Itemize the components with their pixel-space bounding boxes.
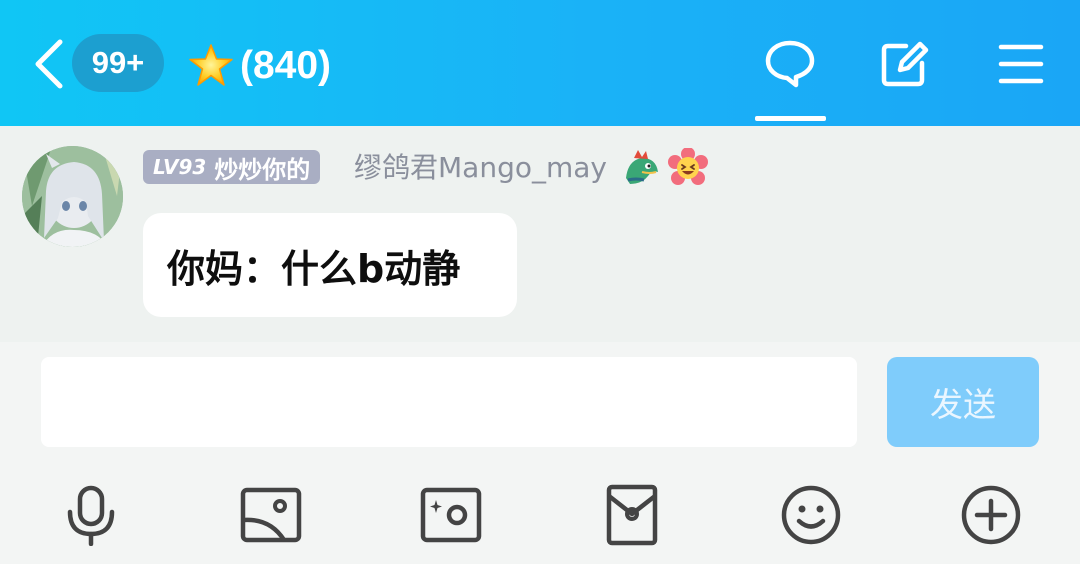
message-text: 你妈：什么b动静	[167, 246, 461, 291]
star-icon	[188, 43, 234, 89]
chat-tab-button[interactable]	[764, 38, 816, 90]
plus-icon	[961, 485, 1021, 545]
emoji-button[interactable]	[780, 484, 842, 546]
level-label: LV93	[153, 155, 207, 179]
image-icon	[240, 487, 302, 543]
voice-button[interactable]	[60, 484, 122, 547]
dragon-icon	[622, 148, 662, 188]
send-button[interactable]: 发送	[887, 357, 1039, 447]
message-bubble[interactable]: 你妈：什么b动静	[143, 213, 517, 317]
message-input[interactable]	[41, 357, 857, 447]
chevron-left-icon	[35, 39, 63, 89]
member-title: 炒炒你的	[214, 155, 311, 184]
member-count: (840)	[240, 44, 332, 87]
camera-icon	[420, 487, 482, 543]
flower-emoji-icon	[668, 147, 708, 188]
unread-count-badge[interactable]: 99+	[72, 34, 164, 92]
red-packet-icon	[606, 484, 658, 546]
chat-header: 99+ (840)	[0, 0, 1080, 126]
active-tab-indicator	[755, 116, 826, 121]
emoji-icon	[781, 485, 841, 545]
photo-button[interactable]	[240, 484, 302, 546]
microphone-icon	[67, 485, 115, 547]
hamburger-menu-icon	[998, 44, 1044, 84]
back-button[interactable]	[30, 36, 70, 92]
camera-button[interactable]	[420, 484, 482, 546]
member-title-badge: LV93 炒炒你的	[143, 150, 321, 184]
sender-name[interactable]: 缪鸽君Mango_may	[354, 150, 607, 186]
red-packet-button[interactable]	[601, 484, 663, 546]
more-button[interactable]	[960, 484, 1022, 546]
menu-button[interactable]	[996, 38, 1048, 90]
speech-bubble-icon	[765, 40, 815, 88]
sender-avatar[interactable]	[22, 146, 123, 247]
edit-square-icon	[881, 41, 929, 87]
edit-button[interactable]	[878, 38, 930, 90]
